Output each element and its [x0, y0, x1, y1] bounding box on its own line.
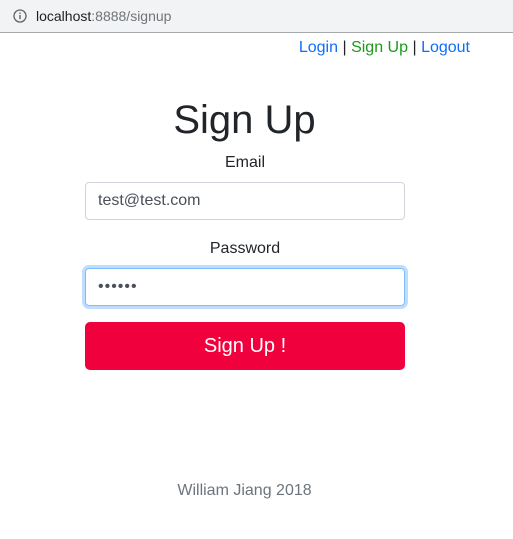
signup-submit-button[interactable]: Sign Up !: [85, 322, 405, 370]
signup-link[interactable]: Sign Up: [351, 39, 408, 56]
footer-credit: William Jiang 2018: [177, 482, 312, 499]
email-field[interactable]: [85, 182, 405, 220]
nav-separator: |: [412, 39, 417, 56]
email-label: Email: [224, 154, 265, 171]
browser-address-bar[interactable]: localhost:8888/signup: [0, 0, 513, 33]
logout-link[interactable]: Logout: [421, 39, 470, 56]
url-path: :8888/signup: [91, 8, 172, 24]
url-text[interactable]: localhost:8888/signup: [36, 7, 171, 25]
password-field[interactable]: [85, 268, 405, 306]
top-nav: Login | Sign Up | Logout: [299, 38, 470, 58]
login-link[interactable]: Login: [299, 39, 338, 56]
info-icon[interactable]: [13, 9, 27, 23]
password-label: Password: [209, 240, 281, 257]
nav-separator: |: [342, 39, 347, 56]
page-title: Sign Up: [173, 98, 316, 142]
url-host: localhost: [36, 8, 92, 24]
